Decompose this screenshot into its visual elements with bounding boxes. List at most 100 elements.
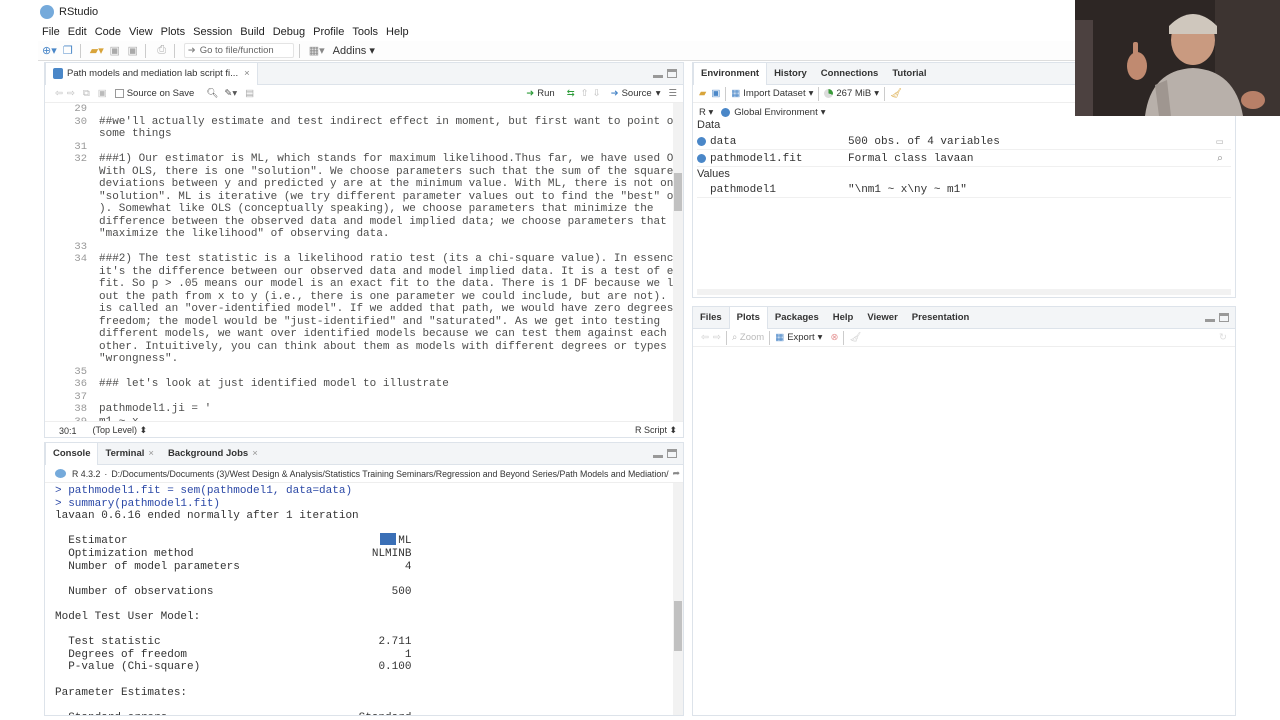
console-scroll-thumb[interactable]	[674, 601, 682, 651]
tab-help[interactable]: Help	[826, 307, 861, 329]
print-icon[interactable]: ⎙	[155, 43, 169, 59]
scope-selector[interactable]: Global Environment ▾	[721, 107, 826, 118]
minimize-icon[interactable]	[653, 455, 663, 458]
expand-icon[interactable]	[697, 137, 706, 146]
editor-scrollbar[interactable]	[673, 103, 683, 421]
menu-edit[interactable]: Edit	[68, 26, 87, 38]
maximize-icon[interactable]	[667, 69, 677, 78]
code-tools-icon[interactable]: ✎▾	[224, 88, 237, 99]
tab-console[interactable]: Console	[45, 442, 99, 465]
compile-report-icon[interactable]: ▤	[245, 88, 254, 99]
tab-script[interactable]: Path models and mediation lab script fi.…	[45, 62, 258, 85]
code-line: other. Intuitively, you can think about …	[99, 340, 673, 353]
console-scrollbar[interactable]	[673, 483, 683, 715]
addins-button[interactable]: Addins ▾	[333, 43, 375, 59]
view-table-icon[interactable]: ▭	[1216, 135, 1223, 149]
close-tab-icon[interactable]: ×	[252, 448, 258, 459]
webcam-overlay	[1075, 0, 1280, 116]
save-workspace-icon[interactable]: ▣	[711, 88, 720, 99]
load-workspace-icon[interactable]: ▰	[699, 88, 706, 99]
memory-pie-icon	[824, 89, 834, 98]
go-up-icon[interactable]: ⇧	[581, 88, 589, 99]
menu-build[interactable]: Build	[240, 26, 264, 38]
forward-icon[interactable]: ⇨	[67, 88, 75, 99]
go-to-file-input[interactable]: ➜ Go to file/function	[183, 43, 294, 58]
maximize-icon[interactable]	[1219, 313, 1229, 322]
menu-session[interactable]: Session	[193, 26, 232, 38]
tab-packages[interactable]: Packages	[768, 307, 826, 329]
show-in-window-icon[interactable]: ⧉	[83, 88, 90, 99]
previous-plot-icon[interactable]: ⇦	[701, 332, 709, 343]
console-command: > summary(pathmodel1.fit)	[55, 497, 221, 510]
zoom-button[interactable]: ⌕ Zoom	[732, 332, 764, 343]
menu-code[interactable]: Code	[95, 26, 121, 38]
menu-help[interactable]: Help	[386, 26, 409, 38]
grid-layout-icon[interactable]: ▦▾	[309, 43, 325, 59]
environment-hscrollbar[interactable]	[697, 289, 1231, 295]
outline-icon[interactable]: ☰	[668, 88, 677, 99]
new-file-icon[interactable]: ⊕▾	[42, 43, 57, 59]
console-output[interactable]: > pathmodel1.fit = sem(pathmodel1, data=…	[45, 483, 673, 715]
env-row-pathmodel1[interactable]: pathmodel1 "\nm1 ~ x\ny ~ m1"	[697, 182, 1231, 198]
code-line: fit. So p > .05 means our model is an ex…	[99, 278, 673, 290]
tab-viewer[interactable]: Viewer	[860, 307, 904, 329]
go-to-directory-icon[interactable]: ➦	[673, 468, 680, 479]
maximize-icon[interactable]	[667, 449, 677, 458]
language-selector[interactable]: R ▾	[699, 107, 713, 118]
save-icon[interactable]: ▣	[108, 43, 122, 59]
tab-terminal[interactable]: Terminal ×	[98, 443, 160, 465]
console-window-controls[interactable]	[653, 449, 677, 458]
back-icon[interactable]: ⇦	[55, 88, 63, 99]
save-all-icon[interactable]: ▣	[126, 43, 140, 59]
close-tab-icon[interactable]: ×	[148, 448, 154, 459]
refresh-icon[interactable]: ↻	[1219, 332, 1227, 343]
code-editor[interactable]: 29 30 ##we'll actually estimate and test i…	[45, 103, 673, 421]
run-button[interactable]: ➜ Run	[526, 88, 554, 99]
menu-tools[interactable]: Tools	[352, 26, 378, 38]
remove-plot-icon[interactable]: ⊗	[830, 332, 838, 343]
find-icon[interactable]: 🔍︎	[206, 88, 218, 99]
magnifier-icon[interactable]: ⌕	[1216, 152, 1223, 166]
menu-plots[interactable]: Plots	[161, 26, 185, 38]
rerun-icon[interactable]: ⇆	[567, 88, 575, 99]
minimize-icon[interactable]	[1205, 319, 1215, 322]
rstudio-window: RStudio File Edit Code View Plots Session Buil…	[38, 0, 1280, 720]
editor-scroll-thumb[interactable]	[674, 173, 682, 211]
expand-icon[interactable]	[697, 154, 706, 163]
menu-file[interactable]: File	[42, 26, 60, 38]
clear-plots-icon[interactable]: 🧹︎	[849, 332, 861, 343]
tab-presentation[interactable]: Presentation	[905, 307, 977, 329]
import-dataset-button[interactable]: ▦ Import Dataset ▾	[731, 88, 813, 99]
env-row-data[interactable]: data 500 obs. of 4 variables ▭	[697, 134, 1231, 150]
tab-plots[interactable]: Plots	[728, 306, 768, 329]
source-button[interactable]: ➜ Source ▾	[611, 88, 661, 99]
close-tab-icon[interactable]: ×	[244, 68, 250, 79]
clear-workspace-icon[interactable]: 🧹︎	[890, 88, 902, 99]
go-down-icon[interactable]: ⇩	[593, 88, 601, 99]
save-script-icon[interactable]: ▣	[98, 88, 107, 99]
line-number: 37	[74, 390, 87, 403]
menu-view[interactable]: View	[129, 26, 153, 38]
next-plot-icon[interactable]: ⇨	[713, 332, 721, 343]
menu-debug[interactable]: Debug	[273, 26, 305, 38]
source-window-controls[interactable]	[653, 69, 677, 78]
tab-environment[interactable]: Environment	[693, 62, 768, 85]
source-on-save-checkbox[interactable]	[114, 89, 124, 98]
tab-background-jobs[interactable]: Background Jobs ×	[161, 443, 265, 465]
export-button[interactable]: ▦ Export ▾	[775, 332, 822, 343]
tab-files[interactable]: Files	[693, 307, 729, 329]
menu-profile[interactable]: Profile	[313, 26, 344, 38]
minimize-icon[interactable]	[653, 75, 663, 78]
tab-connections[interactable]: Connections	[814, 63, 886, 85]
tab-history[interactable]: History	[767, 63, 814, 85]
console-output-line: lavaan 0.6.16 ended normally after 1 ite…	[55, 510, 359, 523]
working-directory[interactable]: D:/Documents/Documents (3)/West Design &…	[111, 469, 668, 479]
open-file-icon[interactable]: ▰▾	[90, 43, 104, 59]
new-project-icon[interactable]: ❐	[61, 43, 75, 59]
env-row-pathmodel1-fit[interactable]: pathmodel1.fit Formal class lavaan ⌕	[697, 151, 1231, 167]
memory-usage-button[interactable]: 267 MiB ▾	[824, 88, 879, 99]
file-type-selector[interactable]: R Script ⬍	[635, 425, 677, 436]
plots-window-controls[interactable]	[1205, 313, 1229, 322]
scope-indicator[interactable]: (Top Level) ⬍	[93, 425, 148, 436]
tab-tutorial[interactable]: Tutorial	[885, 63, 933, 85]
